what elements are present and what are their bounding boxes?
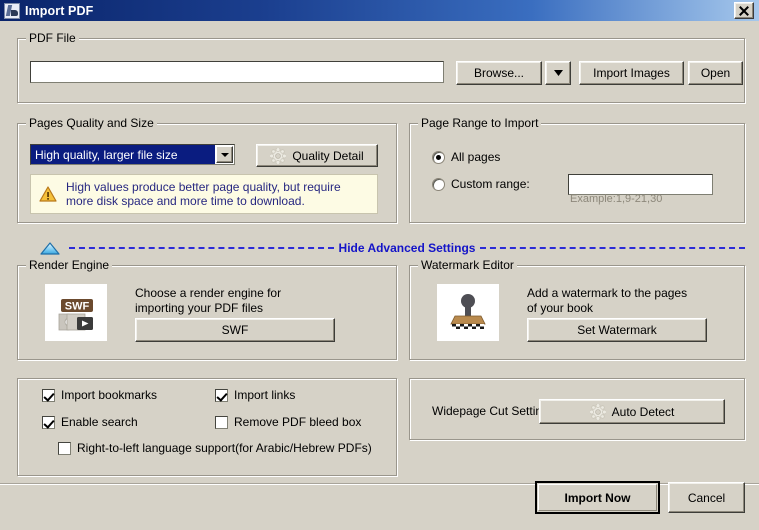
checkbox-import-bookmarks[interactable]: Import bookmarks <box>42 388 157 402</box>
quality-warning-text: High values produce better page quality,… <box>66 180 341 208</box>
pdf-path-input[interactable] <box>30 61 444 83</box>
advanced-settings-label: Hide Advanced Settings <box>338 241 476 255</box>
watermark-description: Add a watermark to the pages of your boo… <box>527 286 688 315</box>
cancel-label: Cancel <box>687 490 726 505</box>
page-range-group: Page Range to Import All pages Custom ra… <box>409 117 745 223</box>
checkbox-import-links-indicator <box>215 388 228 402</box>
checkbox-enable-search[interactable]: Enable search <box>42 415 138 429</box>
watermark-editor-group: Watermark Editor Add a watermark to the … <box>409 259 745 360</box>
radio-all-pages-indicator <box>432 150 445 164</box>
checkbox-remove-bleed-box[interactable]: Remove PDF bleed box <box>215 415 361 429</box>
radio-all-pages[interactable]: All pages <box>432 150 500 164</box>
checkbox-enable-search-indicator <box>42 415 55 429</box>
open-button[interactable]: Open <box>688 61 743 85</box>
import-now-button[interactable]: Import Now <box>535 481 660 514</box>
quality-detail-label: Quality Detail <box>292 148 364 163</box>
page-range-legend: Page Range to Import <box>418 117 542 130</box>
rubber-stamp-icon <box>437 284 499 341</box>
set-watermark-label: Set Watermark <box>577 323 657 337</box>
quality-detail-button[interactable]: Quality Detail <box>256 144 378 167</box>
auto-detect-button[interactable]: Auto Detect <box>539 399 725 424</box>
widepage-cut-label: Widepage Cut Setting <box>432 404 549 418</box>
cancel-button[interactable]: Cancel <box>668 482 745 513</box>
checkbox-remove-bleed-box-label: Remove PDF bleed box <box>234 415 362 429</box>
render-engine-legend: Render Engine <box>26 259 113 272</box>
svg-text:SWF: SWF <box>65 301 90 313</box>
quality-selected-value: High quality, larger file size <box>31 145 215 164</box>
checkbox-remove-bleed-box-indicator <box>215 415 228 429</box>
quality-warning-box: High values produce better page quality,… <box>30 174 378 214</box>
radio-custom-range-label: Custom range: <box>451 177 530 191</box>
swf-button-label: SWF <box>221 323 249 337</box>
gear-icon <box>270 147 287 164</box>
checkbox-import-links[interactable]: Import links <box>215 388 295 402</box>
swf-flash-icon: SWF <box>45 284 107 341</box>
swf-button[interactable]: SWF <box>135 318 335 342</box>
radio-custom-range-indicator <box>432 177 445 191</box>
close-button[interactable] <box>734 2 754 19</box>
browse-button[interactable]: Browse... <box>456 61 542 85</box>
pdf-document-icon <box>4 2 20 19</box>
divider-line-left <box>69 247 334 249</box>
import-pdf-dialog: Import PDF PDF File Browse... Import Ima… <box>0 0 759 530</box>
warning-triangle-icon <box>39 186 57 202</box>
checkbox-import-links-label: Import links <box>234 388 296 402</box>
browse-dropdown-button[interactable] <box>545 61 571 85</box>
custom-range-input[interactable] <box>568 174 713 195</box>
custom-range-example-hint: Example:1,9-21,30 <box>570 193 663 205</box>
checkbox-import-bookmarks-indicator <box>42 388 55 402</box>
widepage-cut-group: Widepage Cut Setting Auto Detect <box>409 378 745 440</box>
import-images-label: Import Images <box>593 66 670 80</box>
watermark-legend: Watermark Editor <box>418 259 517 272</box>
gear-icon <box>589 403 606 420</box>
pdf-file-group: PDF File Browse... Import Images Open <box>17 32 745 103</box>
title-bar: Import PDF <box>0 0 759 21</box>
checkbox-rtl-support-label: Right-to-left language support(for Arabi… <box>77 441 372 455</box>
render-engine-group: Render Engine SWF Choose a render engine… <box>17 259 397 360</box>
import-now-label: Import Now <box>564 490 631 505</box>
radio-custom-range[interactable]: Custom range: <box>432 177 530 191</box>
open-label: Open <box>700 66 731 80</box>
checkbox-rtl-support[interactable]: Right-to-left language support(for Arabi… <box>58 441 372 455</box>
pdf-file-legend: PDF File <box>26 32 79 45</box>
checkbox-enable-search-label: Enable search <box>61 415 138 429</box>
quality-select[interactable]: High quality, larger file size <box>30 144 235 165</box>
checkbox-rtl-support-indicator <box>58 441 71 455</box>
set-watermark-button[interactable]: Set Watermark <box>527 318 707 342</box>
browse-label: Browse... <box>473 66 524 80</box>
import-options-group: Import bookmarks Import links Enable sea… <box>17 378 397 476</box>
checkbox-import-bookmarks-label: Import bookmarks <box>61 388 158 402</box>
pages-quality-group: Pages Quality and Size High quality, lar… <box>17 117 397 223</box>
divider-line-right <box>480 247 746 249</box>
pages-quality-legend: Pages Quality and Size <box>26 117 157 130</box>
import-images-button[interactable]: Import Images <box>579 61 684 85</box>
window-title: Import PDF <box>25 3 94 18</box>
chevron-down-icon[interactable] <box>216 146 233 163</box>
render-engine-description: Choose a render engine for importing you… <box>135 286 282 315</box>
radio-all-pages-label: All pages <box>451 150 501 164</box>
auto-detect-label: Auto Detect <box>611 404 675 419</box>
chevron-down-icon <box>553 70 563 76</box>
triangle-up-icon <box>40 241 60 255</box>
toggle-advanced-settings[interactable]: Hide Advanced Settings <box>17 238 746 258</box>
